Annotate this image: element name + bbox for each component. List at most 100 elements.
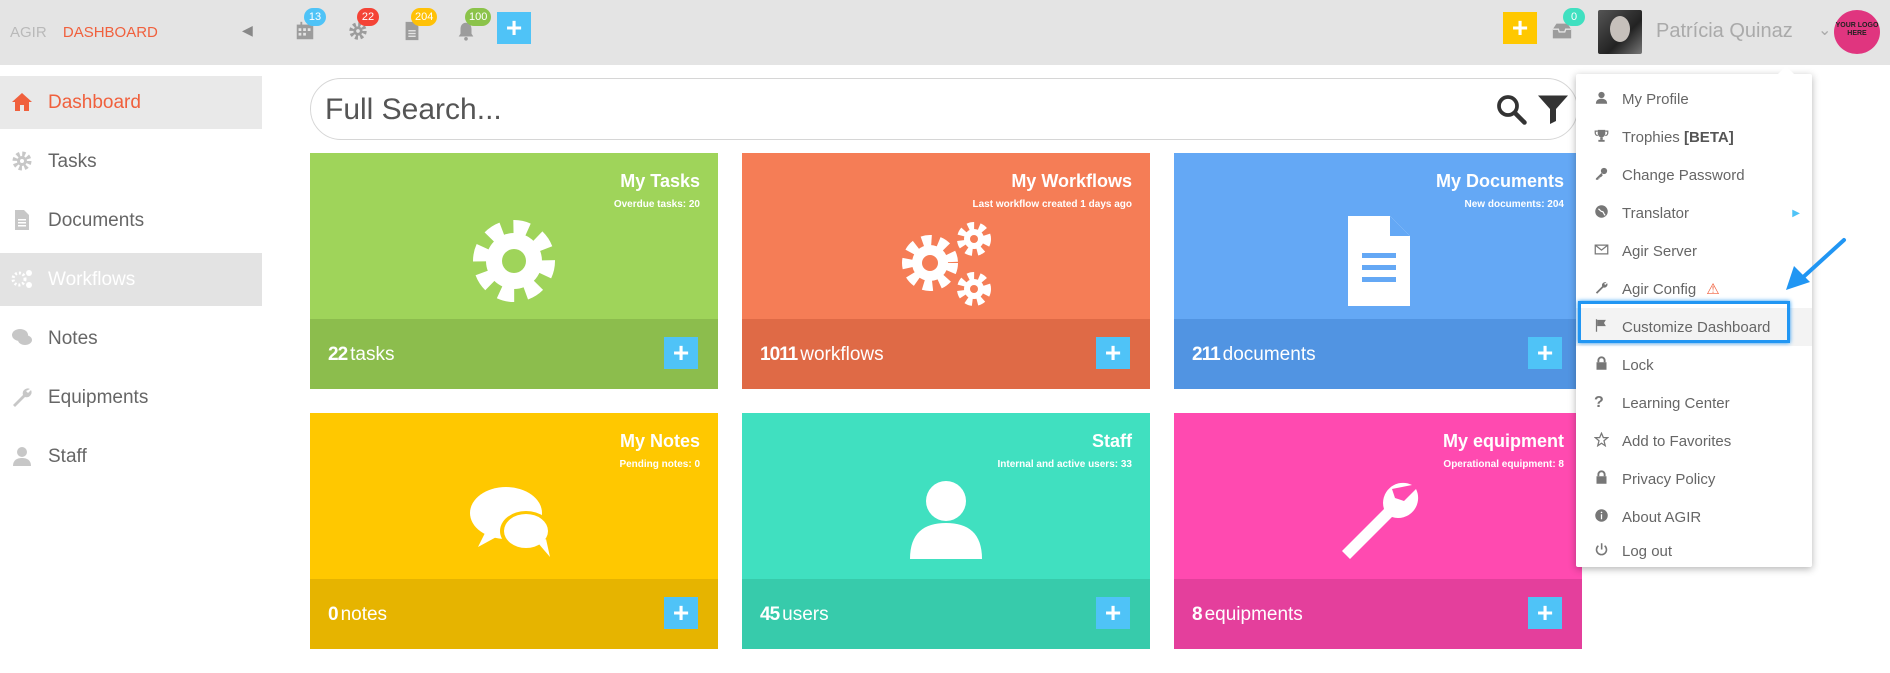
inbox-badge: 0 — [1563, 8, 1585, 26]
menu-item-label: Change Password — [1622, 166, 1745, 184]
sidebar-item-notes[interactable]: Notes — [0, 312, 262, 365]
menu-item-learning-center[interactable]: ? Learning Center — [1576, 384, 1812, 422]
menu-item-label: About AGIR — [1622, 508, 1702, 526]
tile-count-number: 22 — [328, 344, 348, 365]
tile-subtitle: Last workflow created 1 days ago — [972, 199, 1133, 210]
tile-subtitle: Internal and active users: 33 — [997, 459, 1132, 470]
search-icon[interactable] — [1493, 91, 1529, 132]
menu-item-label: Lock — [1622, 356, 1654, 374]
company-logo: YOUR LOGO HERE — [1834, 10, 1880, 54]
sidebar-item-documents[interactable]: Documents — [0, 194, 262, 247]
menu-item-label: Privacy Policy — [1622, 470, 1716, 488]
chevron-down-icon[interactable]: ⌄ — [1818, 20, 1831, 40]
menu-item-log-out[interactable]: Log out — [1576, 536, 1812, 566]
sidebar-item-label: Documents — [48, 209, 145, 231]
user-icon — [10, 444, 36, 470]
gears-icon — [10, 267, 36, 293]
menu-item-add-to-favorites[interactable]: Add to Favorites — [1576, 422, 1812, 460]
sidebar-item-staff[interactable]: Staff — [0, 430, 262, 483]
document-icon — [10, 208, 36, 234]
add-button[interactable]: + — [497, 12, 531, 44]
menu-item-lock[interactable]: Lock — [1576, 346, 1812, 384]
menu-item-label: Agir Config — [1622, 280, 1697, 298]
comments-icon — [10, 326, 36, 352]
info-icon — [1594, 508, 1614, 526]
gear-icon — [464, 211, 564, 311]
tile-my-equipment[interactable]: My equipment Operational equipment: 8 8e… — [1174, 413, 1582, 649]
gear-icon[interactable]: 22 — [347, 8, 379, 44]
tile-footer: 8 equipments + — [1174, 579, 1582, 649]
add-user-button[interactable]: + — [1096, 597, 1130, 629]
tile-count: 45 users — [760, 604, 829, 626]
tile-footer: 22 tasks + — [310, 319, 718, 389]
tile-count: 1011 workflows — [760, 344, 884, 366]
user-name[interactable]: Patrícia Quinaz — [1656, 20, 1793, 43]
tile-my-documents[interactable]: My Documents New documents: 204 211 docum… — [1174, 153, 1582, 389]
tile-count-number: 45 — [760, 604, 780, 625]
calendar-icon[interactable]: 13 — [294, 8, 326, 44]
wrench-icon — [1594, 280, 1614, 298]
tile-my-notes[interactable]: My Notes Pending notes: 0 0 notes + — [310, 413, 718, 649]
document-icon — [1328, 211, 1428, 311]
tile-count-number: 8 — [1192, 604, 1203, 625]
top-bar: AGIR DASHBOARD ◀ 13 22 204 100 + + 0 Pat… — [0, 0, 1890, 65]
collapse-sidebar-icon[interactable]: ◀ — [242, 22, 253, 39]
document-icon[interactable]: 204 — [401, 8, 438, 44]
sidebar-item-dashboard[interactable]: Dashboard — [0, 76, 262, 129]
power-icon — [1594, 542, 1614, 560]
menu-item-trophies[interactable]: Trophies [BETA] — [1576, 118, 1812, 156]
breadcrumb-section[interactable]: DASHBOARD — [63, 24, 158, 41]
wrench-icon — [10, 385, 36, 411]
search-input[interactable] — [325, 91, 1425, 129]
menu-item-about-agir[interactable]: About AGIR — [1576, 498, 1812, 536]
tile-footer: 45 users + — [742, 579, 1150, 649]
add-task-button[interactable]: + — [664, 337, 698, 369]
add-document-button[interactable]: + — [1528, 337, 1562, 369]
gears-icon — [896, 211, 996, 311]
add-note-button[interactable]: + — [664, 597, 698, 629]
menu-item-translator[interactable]: Translator ▶ — [1576, 194, 1812, 232]
menu-item-agir-server[interactable]: Agir Server — [1576, 232, 1812, 270]
tile-count: 22 tasks — [328, 344, 395, 366]
sidebar-item-label: Workflows — [48, 268, 136, 290]
sidebar-item-equipments[interactable]: Equipments — [0, 371, 262, 424]
sidebar-item-tasks[interactable]: Tasks — [0, 135, 262, 188]
menu-item-my-profile[interactable]: My Profile — [1576, 80, 1812, 118]
home-icon — [10, 90, 36, 116]
tile-subtitle: Operational equipment: 8 — [1443, 459, 1564, 470]
sidebar-item-workflows[interactable]: Workflows — [0, 253, 262, 306]
tile-staff[interactable]: Staff Internal and active users: 33 45 us… — [742, 413, 1150, 649]
sidebar-item-label: Tasks — [48, 150, 97, 172]
comments-icon — [464, 471, 564, 571]
tile-count-unit: equipments — [1204, 604, 1303, 625]
tile-title: My Documents — [1435, 171, 1564, 191]
filter-icon[interactable] — [1535, 91, 1571, 132]
document-badge: 204 — [411, 8, 438, 26]
menu-item-label: My Profile — [1622, 90, 1689, 108]
quick-add-button[interactable]: + — [1503, 12, 1537, 44]
user-icon — [1594, 90, 1614, 108]
tile-count-unit: users — [782, 604, 829, 625]
avatar[interactable] — [1598, 10, 1642, 54]
star-icon — [1593, 431, 1614, 450]
bell-badge: 100 — [465, 8, 492, 26]
beta-tag: [BETA] — [1683, 128, 1734, 146]
tile-count: 211 documents — [1192, 344, 1316, 366]
envelope-icon — [1594, 242, 1614, 260]
sidebar-item-label: Staff — [48, 445, 87, 467]
tile-title: My Tasks — [620, 171, 700, 191]
inbox-icon[interactable]: 0 — [1551, 8, 1585, 44]
bell-icon[interactable]: 100 — [455, 8, 492, 44]
menu-item-privacy-policy[interactable]: Privacy Policy — [1576, 460, 1812, 498]
add-equipment-button[interactable]: + — [1528, 597, 1562, 629]
gear-icon — [10, 149, 36, 175]
add-workflow-button[interactable]: + — [1096, 337, 1130, 369]
menu-item-change-password[interactable]: Change Password — [1576, 156, 1812, 194]
tile-title: My Notes — [619, 431, 700, 451]
tile-title: My equipment — [1442, 431, 1564, 451]
tile-my-workflows[interactable]: My Workflows Last workflow created 1 day… — [742, 153, 1150, 389]
sidebar: Dashboard Tasks Documents Workflows Note… — [0, 76, 262, 489]
question-icon: ? — [1594, 394, 1604, 411]
tile-subtitle: New documents: 204 — [1464, 199, 1564, 210]
tile-my-tasks[interactable]: My Tasks Overdue tasks: 20 22 tasks + — [310, 153, 718, 389]
